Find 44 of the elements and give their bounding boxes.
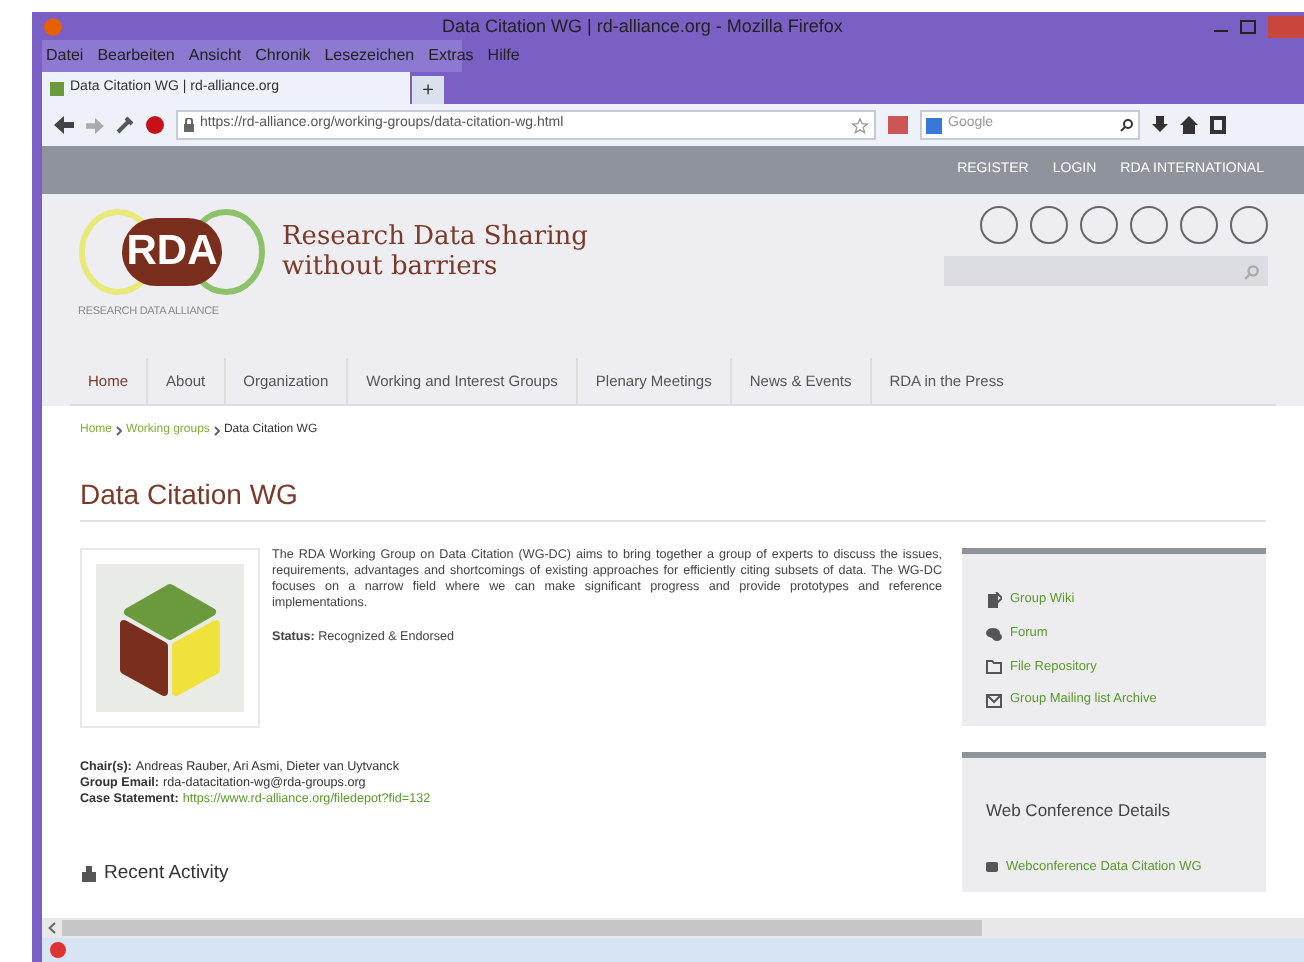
scroll-left-icon[interactable] xyxy=(48,922,56,934)
section-heading: Recent Activity xyxy=(104,860,229,888)
record-icon[interactable] xyxy=(146,116,164,134)
back-icon[interactable] xyxy=(54,116,74,134)
menu-item[interactable]: Extras xyxy=(428,44,474,68)
maximize-icon[interactable] xyxy=(1240,19,1256,33)
google-icon xyxy=(926,117,942,133)
menu-item[interactable]: Datei xyxy=(46,44,84,68)
home-icon[interactable] xyxy=(1180,116,1198,134)
tools-icon[interactable] xyxy=(116,116,134,134)
social-icon[interactable] xyxy=(1230,206,1268,244)
menu-item[interactable]: Chronik xyxy=(255,44,311,68)
menu-item[interactable]: Lesezeichen xyxy=(324,44,415,68)
logo-drawing: RDA xyxy=(78,206,266,298)
menu-item[interactable]: Ansicht xyxy=(188,44,242,68)
panel-heading: Web Conference Details xyxy=(986,798,1172,824)
tagline: Research Data Sharing without barriers xyxy=(282,222,588,282)
edit-icon xyxy=(986,591,1002,608)
site-search-field[interactable] xyxy=(944,256,1268,286)
minimize-icon[interactable] xyxy=(1214,29,1228,31)
envelope-icon xyxy=(986,692,1002,709)
download-icon[interactable] xyxy=(1152,116,1168,134)
window-title: Data Citation WG | rd-alliance.org - Mozilla Firefox xyxy=(442,17,843,35)
addon-icon[interactable] xyxy=(50,942,66,958)
lock-icon xyxy=(184,118,194,132)
social-icon[interactable] xyxy=(1030,206,1068,244)
chevron-icon xyxy=(116,425,123,435)
page-title: Data Citation WG xyxy=(80,480,1266,522)
horizontal-scrollbar[interactable] xyxy=(62,920,982,936)
social-icon[interactable] xyxy=(1130,206,1168,244)
firefox-icon xyxy=(44,17,62,35)
new-tab-button[interactable]: + xyxy=(412,76,444,104)
search-icon[interactable] xyxy=(1120,118,1134,132)
favicon-icon xyxy=(50,81,64,95)
social-icon[interactable] xyxy=(980,206,1018,244)
star-icon[interactable] xyxy=(852,117,868,133)
sidebar-icon[interactable] xyxy=(1210,116,1226,134)
chat-icon xyxy=(986,625,1002,642)
menu-item[interactable]: Hilfe xyxy=(487,44,520,68)
social-icon[interactable] xyxy=(1080,206,1118,244)
social-icon[interactable] xyxy=(1180,206,1218,244)
folder-icon xyxy=(986,658,1002,675)
menu-item[interactable]: Bearbeiten xyxy=(97,44,175,68)
chevron-icon xyxy=(213,425,220,435)
